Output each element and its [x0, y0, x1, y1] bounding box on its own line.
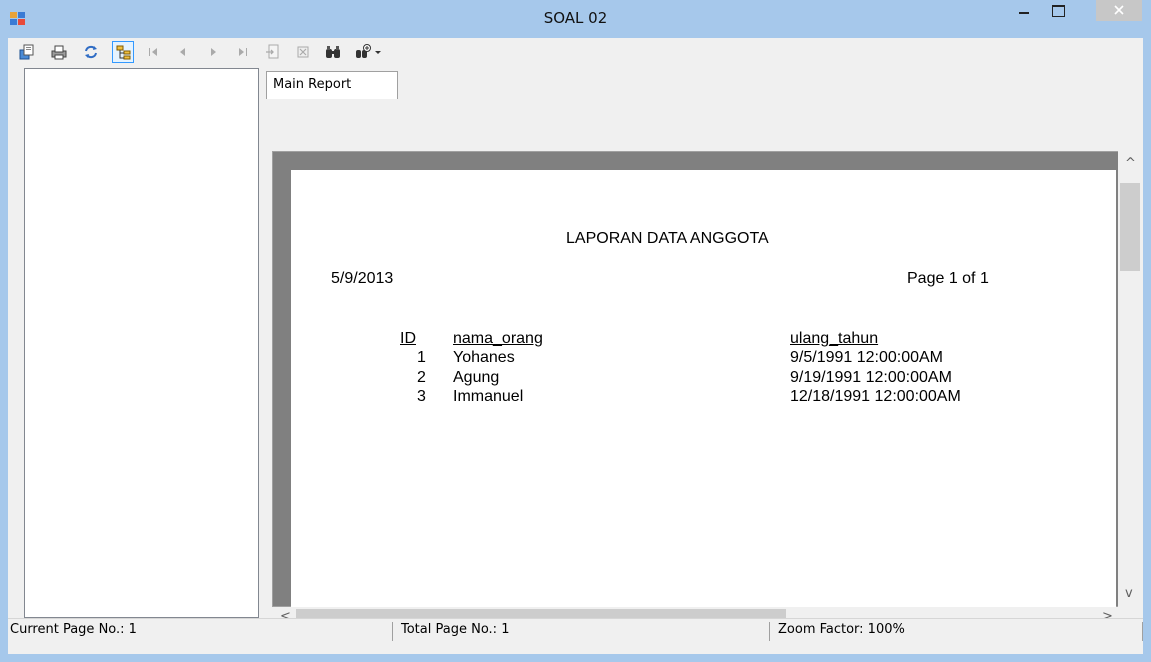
- status-bar: Current Page No.: 1 Total Page No.: 1 Zo…: [8, 618, 1143, 642]
- total-page-status: Total Page No.: 1: [393, 622, 770, 641]
- vertical-scroll-thumb[interactable]: [1120, 183, 1140, 271]
- page-indicator: Page 1 of 1: [907, 270, 989, 287]
- column-header-name: nama_orang: [453, 330, 543, 347]
- zoom-factor-status: Zoom Factor: 100%: [770, 622, 1143, 641]
- viewer-toolbar: [8, 38, 1143, 68]
- search-button[interactable]: [322, 41, 344, 63]
- table-cell-name: Immanuel: [453, 388, 524, 405]
- previous-page-icon: [180, 48, 185, 56]
- table-cell-name: Yohanes: [453, 349, 515, 366]
- current-page-status: Current Page No.: 1: [8, 622, 393, 641]
- next-page-button[interactable]: [202, 41, 224, 63]
- report-page: LAPORAN DATA ANGGOTA 5/9/2013 Page 1 of …: [291, 170, 1116, 607]
- print-button[interactable]: [48, 41, 70, 63]
- table-cell-birthday: 9/5/1991 12:00:00AM: [790, 349, 944, 366]
- scroll-down-icon[interactable]: v: [1125, 587, 1133, 600]
- refresh-icon: [85, 45, 97, 59]
- first-page-button[interactable]: [142, 41, 164, 63]
- column-header-birthday: ulang_tahun: [790, 330, 879, 347]
- stop-icon: [297, 46, 309, 58]
- report-title: LAPORAN DATA ANGGOTA: [566, 230, 769, 247]
- table-cell-birthday: 9/19/1991 12:00:00AM: [790, 369, 952, 386]
- maximize-button[interactable]: [1045, 0, 1071, 21]
- close-icon: [1114, 5, 1124, 15]
- refresh-button[interactable]: [80, 41, 102, 63]
- client-area: Main Report LAPORAN DATA ANGGOTA 5/9/201…: [8, 38, 1143, 654]
- table-cell-id: 1: [417, 349, 426, 366]
- toggle-group-tree-button[interactable]: [112, 41, 134, 63]
- zoom-icon: [356, 44, 381, 58]
- group-tree-icon: [116, 45, 131, 60]
- minimize-button[interactable]: [1011, 0, 1037, 21]
- table-cell-birthday: 12/18/1991 12:00:00AM: [790, 388, 961, 405]
- goto-page-icon: [266, 44, 279, 59]
- report-date: 5/9/2013: [331, 270, 394, 287]
- scroll-up-icon[interactable]: ^: [1125, 157, 1136, 170]
- close-button[interactable]: [1096, 0, 1142, 21]
- window-title: SOAL 02: [543, 9, 608, 27]
- previous-page-button[interactable]: [172, 41, 194, 63]
- stop-button[interactable]: [292, 41, 314, 63]
- next-page-icon: [211, 48, 216, 56]
- goto-page-button[interactable]: [262, 41, 284, 63]
- first-page-icon: [149, 48, 157, 56]
- title-bar[interactable]: SOAL 02: [0, 0, 1151, 38]
- table-cell-id: 2: [417, 369, 426, 386]
- search-icon: [326, 46, 340, 58]
- column-header-id: ID: [400, 330, 416, 347]
- print-icon: [51, 45, 67, 60]
- table-cell-id: 3: [417, 388, 426, 405]
- vertical-scrollbar[interactable]: ^ v: [1118, 151, 1142, 607]
- last-page-icon: [239, 48, 247, 56]
- export-button[interactable]: [16, 41, 38, 63]
- export-icon: [19, 44, 34, 60]
- tab-main-report[interactable]: Main Report: [266, 71, 398, 99]
- last-page-button[interactable]: [232, 41, 254, 63]
- zoom-button[interactable]: [352, 41, 386, 63]
- group-tree-panel[interactable]: [24, 68, 259, 618]
- app-window: SOAL 02 Main Report LAPORAN DATA ANGGOTA…: [0, 0, 1151, 662]
- table-cell-name: Agung: [453, 369, 500, 386]
